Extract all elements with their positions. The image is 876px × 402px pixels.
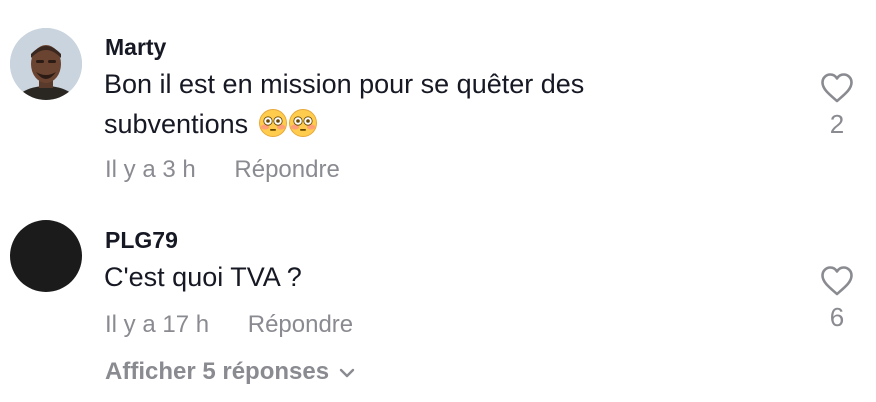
- avatar[interactable]: [10, 28, 82, 100]
- avatar[interactable]: [10, 220, 82, 292]
- heart-outline-icon: [821, 73, 853, 103]
- chevron-down-icon: [339, 368, 355, 378]
- flushed-face-emoji-icon: [258, 108, 318, 149]
- like-button[interactable]: 2: [805, 72, 869, 138]
- comment-text: Bon il est en mission pour se quêter des…: [104, 64, 724, 149]
- comment-text: C'est quoi TVA ?: [104, 257, 724, 297]
- comment-username[interactable]: Marty: [105, 34, 166, 61]
- comment-meta: Il y a 3 h Répondre: [105, 156, 340, 184]
- reply-button[interactable]: Répondre: [248, 311, 353, 338]
- comment-item: Marty Bon il est en mission pour se quêt…: [0, 0, 876, 200]
- like-button[interactable]: 6: [805, 265, 869, 331]
- comment-body: C'est quoi TVA ?: [104, 262, 302, 292]
- comment-username[interactable]: PLG79: [105, 227, 178, 254]
- like-count: 2: [829, 109, 845, 139]
- like-count: 6: [829, 302, 845, 332]
- show-replies-button[interactable]: Afficher 5 réponses: [105, 358, 355, 386]
- show-replies-label: Afficher 5 réponses: [105, 358, 330, 385]
- comment-timestamp: Il y a 3 h: [105, 156, 196, 183]
- comment-timestamp: Il y a 17 h: [105, 311, 210, 338]
- reply-button[interactable]: Répondre: [234, 156, 339, 183]
- comment-meta: Il y a 17 h Répondre: [105, 311, 353, 339]
- heart-outline-icon: [821, 266, 853, 296]
- avatar-photo-icon: [10, 28, 82, 100]
- comment-body: Bon il est en mission pour se quêter des…: [104, 69, 585, 139]
